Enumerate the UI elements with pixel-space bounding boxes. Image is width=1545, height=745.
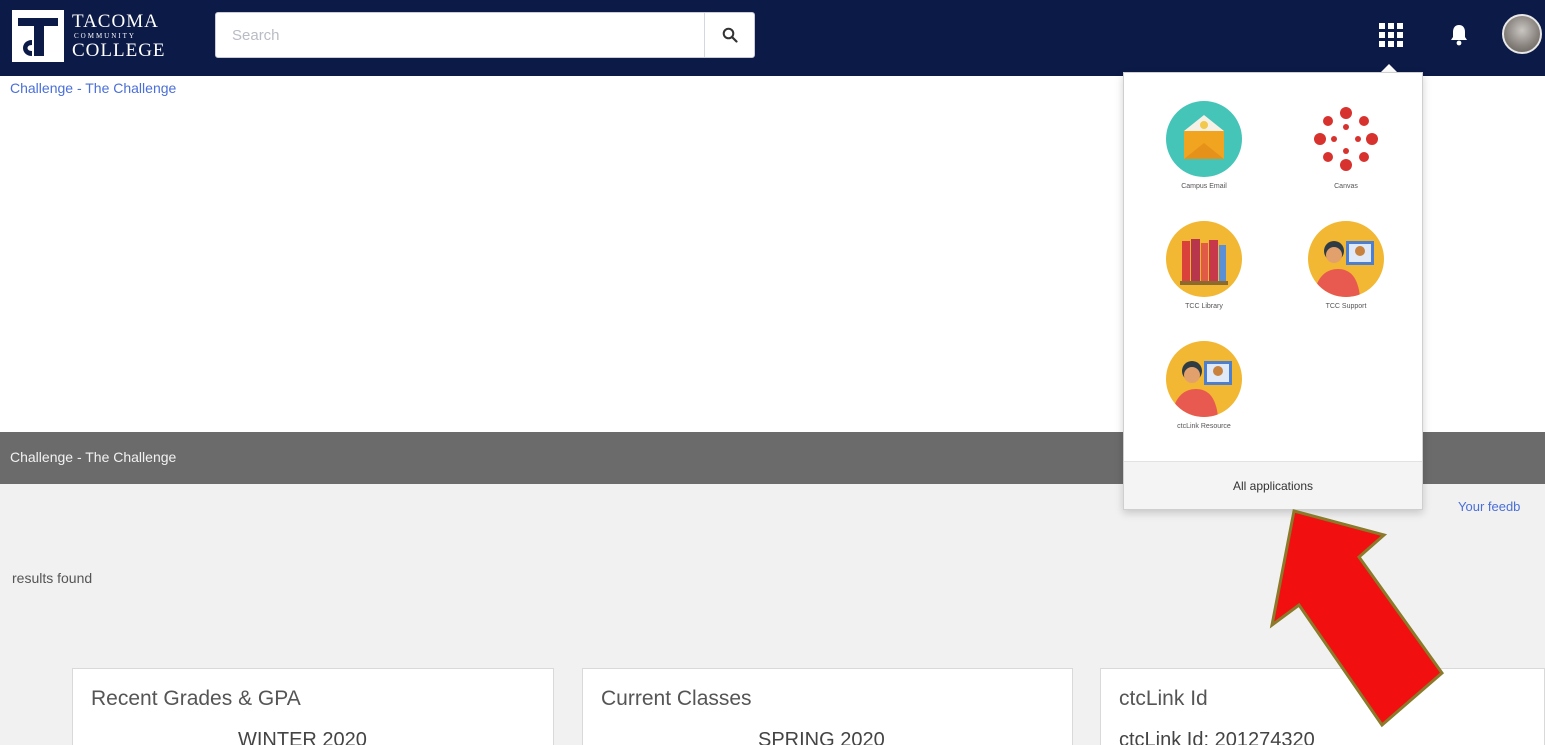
search-button[interactable]: [704, 13, 754, 57]
support-people-icon: [1308, 221, 1384, 297]
app-label: TCC Support: [1325, 303, 1367, 310]
apps-menu-button[interactable]: [1375, 18, 1407, 52]
card-title: Recent Grades & GPA: [91, 687, 301, 710]
resource-people-icon: [1166, 341, 1242, 417]
search-box: [215, 12, 755, 58]
app-tcc-support[interactable]: TCC Support: [1286, 221, 1406, 336]
apps-dropdown: Campus Email Canvas TCC Library TCC Supp…: [1123, 72, 1423, 510]
notifications-button[interactable]: [1448, 20, 1470, 50]
envelope-icon: [1166, 101, 1242, 177]
top-nav-bar: TACOMA COMMUNITY COLLEGE: [0, 0, 1545, 76]
search-input[interactable]: [216, 13, 706, 57]
app-label: Canvas: [1334, 183, 1358, 190]
app-tcc-library[interactable]: TCC Library: [1144, 221, 1264, 336]
all-applications-link[interactable]: All applications: [1124, 461, 1422, 509]
grid-icon: [1379, 23, 1403, 47]
app-label: ctcLink Resource: [1177, 423, 1231, 430]
canvas-icon: [1308, 101, 1384, 177]
books-icon: [1166, 221, 1242, 297]
card-title: ctcLink Id: [1119, 687, 1208, 710]
card-recent-grades[interactable]: Recent Grades & GPA WINTER 2020: [72, 668, 554, 745]
page-title: Challenge - The Challenge: [10, 449, 177, 465]
feedback-link[interactable]: Your feedb: [1458, 499, 1520, 514]
college-logo-icon: [12, 10, 64, 62]
card-title: Current Classes: [601, 687, 752, 710]
results-count: results found: [12, 570, 93, 586]
card-current-classes[interactable]: Current Classes SPRING 2020: [582, 668, 1073, 745]
search-icon: [722, 27, 738, 43]
app-campus-email[interactable]: Campus Email: [1144, 101, 1264, 216]
red-arrow-icon: [1269, 509, 1445, 728]
breadcrumb[interactable]: Challenge - The Challenge: [10, 80, 176, 96]
app-label: TCC Library: [1185, 303, 1223, 310]
user-avatar[interactable]: [1502, 14, 1542, 54]
card-subtitle: WINTER 2020: [238, 729, 367, 745]
card-subtitle: SPRING 2020: [758, 729, 885, 745]
college-logo[interactable]: TACOMA COMMUNITY COLLEGE: [12, 8, 166, 64]
bell-icon: [1451, 25, 1467, 46]
app-canvas[interactable]: Canvas: [1286, 101, 1406, 216]
college-logo-text: TACOMA COMMUNITY COLLEGE: [72, 11, 166, 61]
app-label: Campus Email: [1181, 183, 1227, 190]
app-ctclink-resource[interactable]: ctcLink Resource: [1144, 341, 1264, 456]
